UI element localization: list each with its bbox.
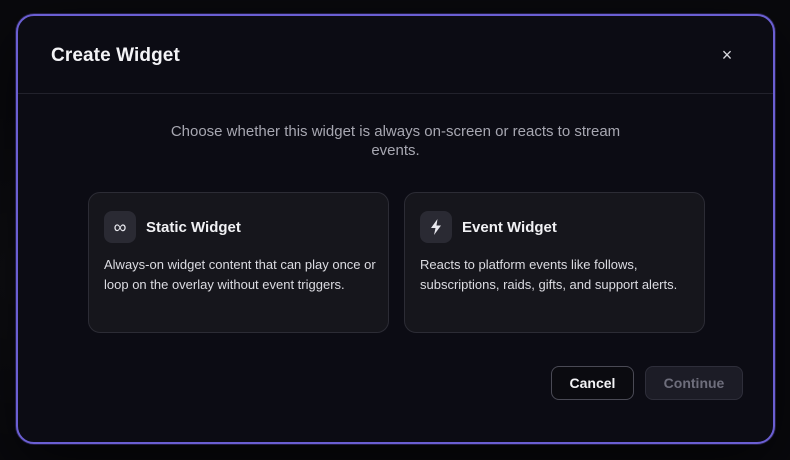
static-widget-description: Always-on widget content that can play o…	[104, 257, 376, 292]
event-widget-option[interactable]: Event Widget Reacts to platform events l…	[404, 192, 705, 333]
dialog-header: Create Widget ×	[18, 16, 773, 94]
close-icon[interactable]: ×	[717, 44, 737, 66]
static-widget-title: Static Widget	[146, 219, 241, 236]
create-widget-dialog: Create Widget × Choose whether this widg…	[16, 14, 775, 444]
infinity-icon: ∞	[104, 211, 136, 243]
cancel-button[interactable]: Cancel	[551, 366, 634, 400]
dialog-description: Choose whether this widget is always on-…	[170, 123, 621, 159]
lightning-bolt-icon	[420, 211, 452, 243]
event-widget-title: Event Widget	[462, 219, 557, 236]
event-widget-description: Reacts to platform events like follows, …	[420, 257, 678, 292]
dialog-title: Create Widget	[51, 45, 180, 66]
continue-button[interactable]: Continue	[645, 366, 743, 400]
static-widget-option[interactable]: ∞ Static Widget Always-on widget content…	[88, 192, 389, 333]
lightning-bolt-glyph	[431, 219, 441, 235]
